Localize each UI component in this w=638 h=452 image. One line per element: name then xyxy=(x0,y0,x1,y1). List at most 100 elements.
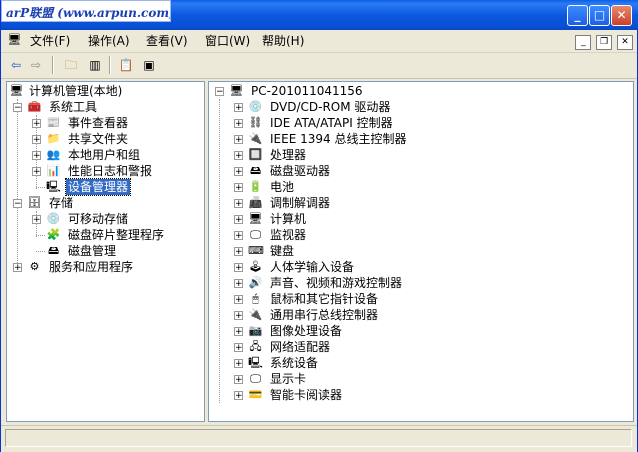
expand-toggle[interactable]: + xyxy=(234,215,243,225)
close-button[interactable]: ✕ xyxy=(611,5,632,26)
ieee1394-icon: 🔌 xyxy=(248,132,263,145)
mdi-minimize-button[interactable]: _ xyxy=(575,35,592,50)
device-category-label: IDE ATA/ATAPI 控制器 xyxy=(270,116,393,130)
modem-icon: 📠 xyxy=(248,196,263,209)
expand-toggle[interactable]: + xyxy=(234,375,243,385)
toolbar: ⇦ ⇨ 🗀 ▥ 📋 ▣ xyxy=(1,53,637,79)
up-folder-icon[interactable]: 🗀 xyxy=(62,56,80,74)
disk-drive-icon: 🖴 xyxy=(249,164,262,177)
users-icon: 👥 xyxy=(46,148,61,161)
device-category-label: 鼠标和其它指针设备 xyxy=(270,292,379,306)
mdi-controls: _ ❐ ✕ xyxy=(574,33,633,50)
battery-icon: 🔋 xyxy=(248,180,263,193)
device-category-label: 系统设备 xyxy=(270,356,319,370)
computer-icon: 🖥 xyxy=(9,84,24,97)
expand-toggle[interactable]: + xyxy=(32,167,41,177)
device-category-label: 人体学输入设备 xyxy=(270,260,355,274)
expand-toggle[interactable]: + xyxy=(234,263,243,273)
console-tree-pane[interactable]: 🖥 计算机管理(本地) − 🧰 系统工具 + 📰 事件查看器 + 📁 共享文件夹… xyxy=(6,81,205,422)
usb-controller-icon: 🔌 xyxy=(248,308,263,321)
properties-icon[interactable]: 📋 xyxy=(117,56,135,74)
expand-toggle[interactable]: + xyxy=(234,231,243,241)
show-hide-tree-icon[interactable]: ▥ xyxy=(86,56,104,74)
toolbox-icon: 🧰 xyxy=(27,100,42,113)
back-arrow-icon[interactable]: ⇦ xyxy=(7,56,25,74)
event-viewer-icon: 📰 xyxy=(46,116,61,129)
services-icon: ⚙ xyxy=(29,260,40,273)
expand-toggle[interactable]: + xyxy=(234,247,243,257)
menu-action[interactable]: 操作(A) xyxy=(88,33,130,49)
computer-management-window: arP联盟 (www.arpun.com) _ □ ✕ 🖥 文件(F) 操作(A… xyxy=(0,0,638,452)
expand-toggle[interactable]: + xyxy=(234,343,243,353)
expand-toggle[interactable]: + xyxy=(234,391,243,401)
removable-storage-icon: 💿 xyxy=(46,212,61,225)
performance-icon: 📊 xyxy=(46,164,61,177)
system-device-icon: 🖳 xyxy=(248,356,263,369)
expand-toggle[interactable]: + xyxy=(234,151,243,161)
title-logo: arP联盟 (www.arpun.com) xyxy=(1,0,171,22)
expand-toggle[interactable]: + xyxy=(234,183,243,193)
computer-management-icon[interactable]: 🖥 xyxy=(7,33,22,47)
keyboard-icon: ⌨ xyxy=(248,244,264,257)
expand-toggle[interactable]: + xyxy=(13,263,22,273)
device-category-label: 处理器 xyxy=(270,148,307,162)
forward-arrow-icon[interactable]: ⇨ xyxy=(27,56,45,74)
expand-toggle[interactable]: + xyxy=(234,311,243,321)
collapse-toggle[interactable]: − xyxy=(13,199,22,209)
minimize-button[interactable]: _ xyxy=(567,5,588,26)
device-category-label: 调制解调器 xyxy=(270,196,331,210)
expand-toggle[interactable]: + xyxy=(234,135,243,145)
tree-line xyxy=(36,251,45,252)
title-bar[interactable]: arP联盟 (www.arpun.com) _ □ ✕ xyxy=(1,0,638,30)
status-cell xyxy=(5,429,632,447)
smart-card-icon: 💳 xyxy=(248,388,263,401)
computer-icon: 🖥 xyxy=(248,212,263,225)
expand-toggle[interactable]: + xyxy=(234,279,243,289)
expand-toggle[interactable]: + xyxy=(234,327,243,337)
expand-toggle[interactable]: + xyxy=(234,295,243,305)
toolbar-separator xyxy=(109,56,111,74)
expand-toggle[interactable]: + xyxy=(234,167,243,177)
menu-help[interactable]: 帮助(H) xyxy=(262,33,304,49)
device-category-label: 智能卡阅读器 xyxy=(270,388,343,402)
collapse-toggle[interactable]: − xyxy=(215,87,224,97)
menu-view[interactable]: 查看(V) xyxy=(146,33,188,49)
status-bar xyxy=(1,425,637,452)
mdi-close-button[interactable]: ✕ xyxy=(617,35,633,50)
device-category-label: IEEE 1394 总线主控制器 xyxy=(270,132,407,146)
device-tree-pane[interactable]: − 🖥 PC-201011041156 + 💿 DVD/CD-ROM 驱动器 + ⛓ ID… xyxy=(208,81,634,422)
expand-toggle[interactable]: + xyxy=(32,135,41,145)
sound-icon: 🔊 xyxy=(248,276,263,289)
disk-management-icon: 🖴 xyxy=(47,244,60,257)
expand-toggle[interactable]: + xyxy=(32,215,41,225)
device-category-label: 监视器 xyxy=(270,228,307,242)
defragmenter-icon: 🧩 xyxy=(46,228,61,241)
menu-bar: 🖥 文件(F) 操作(A) 查看(V) 窗口(W) 帮助(H) _ ❐ ✕ xyxy=(1,30,637,53)
menu-file[interactable]: 文件(F) xyxy=(30,33,70,49)
device-category-label: 显示卡 xyxy=(270,372,307,386)
help-pane-icon[interactable]: ▣ xyxy=(140,56,158,74)
maximize-button[interactable]: □ xyxy=(589,5,610,26)
expand-toggle[interactable]: + xyxy=(32,119,41,129)
device-category-label: 键盘 xyxy=(270,244,295,258)
expand-toggle[interactable]: + xyxy=(234,119,243,129)
ide-controller-icon: ⛓ xyxy=(248,116,263,129)
expand-toggle[interactable]: + xyxy=(234,359,243,369)
expand-toggle[interactable]: + xyxy=(32,151,41,161)
device-category-label: 电池 xyxy=(270,180,295,194)
tree-line xyxy=(36,187,45,188)
collapse-toggle[interactable]: − xyxy=(13,103,22,113)
display-adapter-icon: 🖵 xyxy=(250,372,261,385)
device-category-label: DVD/CD-ROM 驱动器 xyxy=(270,100,391,114)
device-category-label: 磁盘驱动器 xyxy=(270,164,331,178)
tree-line xyxy=(219,99,220,403)
device-category-label: 声音、视频和游戏控制器 xyxy=(270,276,403,290)
dvd-drive-icon: 💿 xyxy=(248,100,263,113)
mouse-icon: 🖱 xyxy=(252,292,259,305)
device-manager-icon: 🖳 xyxy=(46,180,61,193)
monitor-icon: 🖵 xyxy=(250,228,261,241)
expand-toggle[interactable]: + xyxy=(234,199,243,209)
menu-window[interactable]: 窗口(W) xyxy=(205,33,250,49)
mdi-restore-button[interactable]: ❐ xyxy=(596,35,613,50)
expand-toggle[interactable]: + xyxy=(234,103,243,113)
